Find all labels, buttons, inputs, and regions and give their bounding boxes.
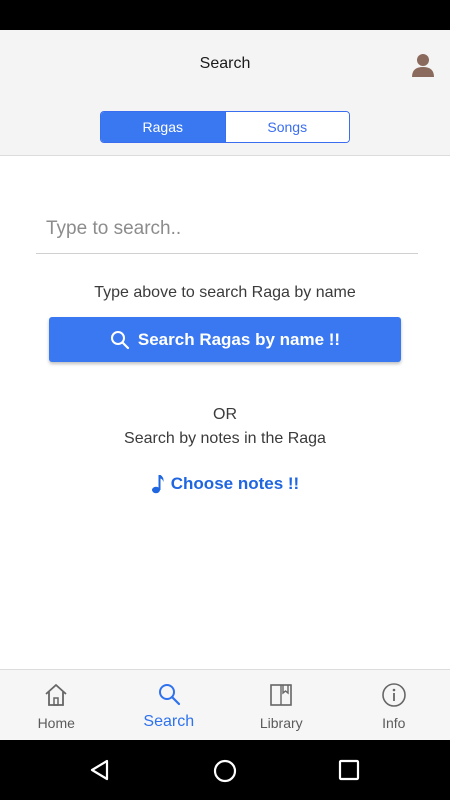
info-icon [381,683,406,707]
tab-search[interactable]: Search [113,670,226,740]
status-bar [0,0,450,30]
tab-label: Search [143,713,195,730]
search-ragas-button[interactable]: Search Ragas by name !! [49,317,401,362]
choose-notes-link[interactable]: Choose notes !! [0,473,450,495]
or-divider-text: OR [213,406,237,423]
tab-library[interactable]: Library [225,670,338,740]
ragas-songs-toggle: Ragas Songs [100,111,350,143]
notes-hint: Search by notes in the Raga [124,430,326,447]
search-hint: Type above to search Raga by name [94,284,356,301]
search-button-label: Search Ragas by name !! [137,329,341,349]
segment-ragas[interactable]: Ragas [101,112,225,142]
app-header: Search Ragas Songs [0,30,450,156]
home-circle-icon[interactable] [212,758,238,784]
recents-icon[interactable] [338,759,360,781]
home-icon [45,684,67,706]
tab-label: Home [37,715,75,731]
search-input[interactable] [36,204,418,254]
tab-label: Library [259,715,303,731]
bottom-tab-bar: Home Search Library Info [0,669,450,740]
tab-info[interactable]: Info [338,670,450,740]
music-note-icon [151,475,164,494]
tab-label: Info [382,715,406,731]
search-icon [110,330,129,349]
search-icon [158,684,180,706]
choose-notes-label: Choose notes !! [170,474,300,493]
page-title: Search [199,55,251,72]
library-icon [270,684,293,706]
profile-icon[interactable] [410,52,436,78]
system-nav-bar [0,740,450,800]
back-icon[interactable] [88,758,110,782]
segment-songs[interactable]: Songs [224,112,349,142]
tab-home[interactable]: Home [0,670,113,740]
